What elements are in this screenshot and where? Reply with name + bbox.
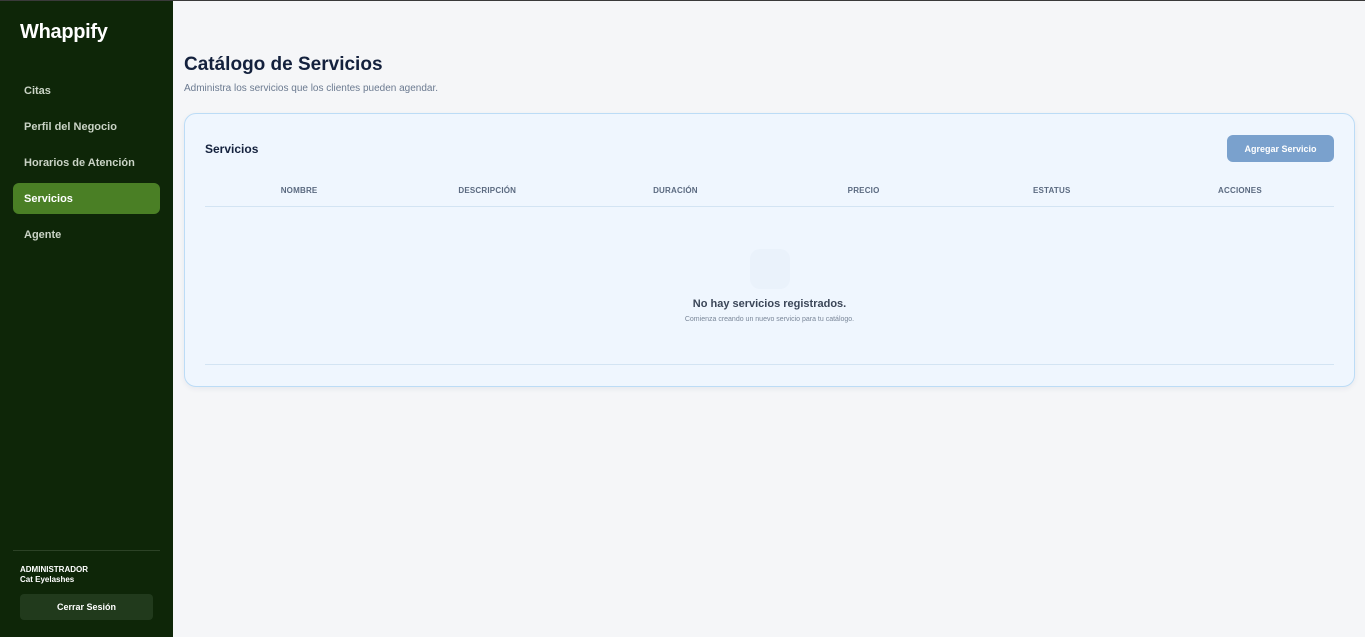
sidebar-divider xyxy=(13,550,160,551)
page-title: Catálogo de Servicios xyxy=(184,54,383,75)
sidebar-nav: Citas Perfil del Negocio Horarios de Ate… xyxy=(13,75,160,255)
user-name: Cat Eyelashes xyxy=(20,575,75,584)
column-header-descripcion: DESCRIPCIÓN xyxy=(458,186,517,195)
services-card: Servicios Agregar Servicio NOMBRE DESCRI… xyxy=(184,113,1355,387)
add-service-button[interactable]: Agregar Servicio xyxy=(1227,135,1334,162)
sidebar-item-horarios-de-atencion[interactable]: Horarios de Atención xyxy=(13,147,160,178)
sidebar-item-servicios[interactable]: Servicios xyxy=(13,183,160,214)
app-logo: Whappify xyxy=(20,21,108,43)
card-title: Servicios xyxy=(205,142,259,156)
table-header: NOMBRE DESCRIPCIÓN DURACIÓN PRECIO ESTAT… xyxy=(205,181,1334,207)
empty-state-subtitle: Comienza creando un nuevo servicio para … xyxy=(684,316,855,323)
user-role: ADMINISTRADOR xyxy=(20,565,88,574)
page-subtitle: Administra los servicios que los cliente… xyxy=(184,83,439,94)
sidebar-item-citas[interactable]: Citas xyxy=(13,75,160,106)
column-header-precio: PRECIO xyxy=(847,186,880,195)
sidebar-item-agente[interactable]: Agente xyxy=(13,219,160,250)
sidebar-item-perfil-del-negocio[interactable]: Perfil del Negocio xyxy=(13,111,160,142)
empty-state-icon xyxy=(750,249,790,289)
column-header-estatus: ESTATUS xyxy=(1032,186,1071,195)
column-header-nombre: NOMBRE xyxy=(280,186,318,195)
sidebar: Whappify Citas Perfil del Negocio Horari… xyxy=(0,1,173,637)
logout-button[interactable]: Cerrar Sesión xyxy=(20,594,153,620)
column-header-acciones: ACCIONES xyxy=(1218,186,1262,195)
table-footer-divider xyxy=(205,364,1334,365)
empty-state-title: No hay servicios registrados. xyxy=(692,298,847,310)
column-header-duracion: DURACIÓN xyxy=(653,186,698,195)
